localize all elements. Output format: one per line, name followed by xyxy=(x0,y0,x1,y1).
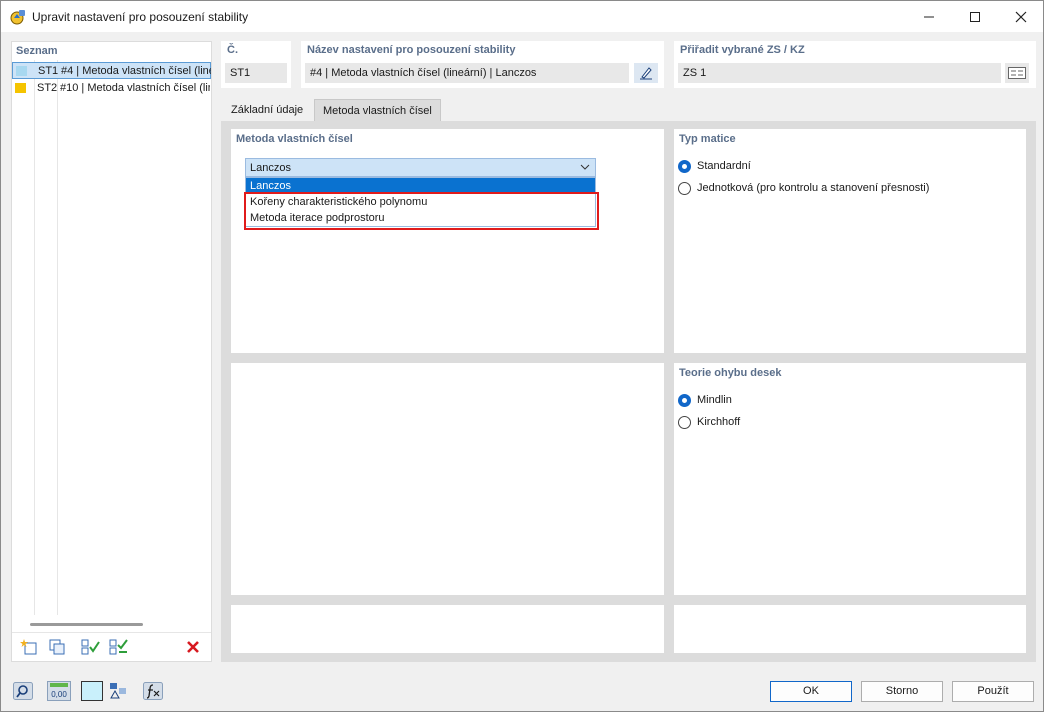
delete-icon xyxy=(187,641,199,653)
ok-button[interactable]: OK xyxy=(770,681,852,702)
method-dropdown-list: Lanczos Kořeny charakteristického polyno… xyxy=(245,177,596,227)
minimize-button[interactable] xyxy=(906,1,952,32)
radio-unit[interactable]: Jednotková (pro kontrolu a stanovení pře… xyxy=(678,180,929,196)
color-tool-button[interactable] xyxy=(81,680,103,701)
check-toggle-icon xyxy=(109,639,128,655)
radio-standard[interactable]: Standardní xyxy=(678,158,751,174)
matrix-type-panel: Typ matice Standardní Jednotková (pro ko… xyxy=(674,129,1026,353)
cancel-button[interactable]: Storno xyxy=(861,681,943,702)
column-divider xyxy=(57,60,58,615)
method-selected-value: Lanczos xyxy=(250,162,291,174)
color-box-icon xyxy=(81,680,103,701)
edit-pencil-icon xyxy=(640,67,652,80)
radio-label: Kirchhoff xyxy=(697,416,741,428)
plate-theory-panel: Teorie ohybu desek Mindlin Kirchhoff xyxy=(674,363,1026,595)
radio-button-icon xyxy=(678,415,691,429)
check-all-icon xyxy=(81,639,100,655)
method-dropdown[interactable]: Lanczos xyxy=(245,158,596,177)
list-toolbar xyxy=(12,632,211,662)
name-panel: Název nastavení pro posouzení stability … xyxy=(301,41,664,88)
maximize-button[interactable] xyxy=(952,1,998,32)
assign-label: Přiřadit vybrané ZS / KZ xyxy=(680,44,805,56)
app-icon xyxy=(10,10,25,25)
radio-label: Standardní xyxy=(697,160,751,172)
horizontal-scrollbar[interactable] xyxy=(30,623,143,626)
row-id: ST1 xyxy=(38,65,59,77)
radio-label: Jednotková (pro kontrolu a stanovení pře… xyxy=(697,182,930,194)
color-swatch xyxy=(15,83,26,93)
radio-kirchhoff[interactable]: Kirchhoff xyxy=(678,414,740,430)
close-button[interactable] xyxy=(998,1,1044,32)
color-swatch xyxy=(16,66,27,76)
radio-button-icon xyxy=(678,159,691,173)
search-tool-button[interactable] xyxy=(12,680,34,701)
maximize-icon xyxy=(970,11,980,22)
apply-button[interactable]: Použít xyxy=(952,681,1034,702)
assign-panel: Přiřadit vybrané ZS / KZ ZS 1 xyxy=(674,41,1036,88)
number-panel: Č. ST1 xyxy=(221,41,291,88)
empty-panel xyxy=(231,363,664,595)
number-label: Č. xyxy=(227,44,238,56)
close-icon xyxy=(1015,11,1027,22)
column-divider xyxy=(34,60,35,615)
check-selected-button[interactable] xyxy=(108,637,130,657)
list-item[interactable]: ST2 #10 | Metoda vlastních čísel (lineár… xyxy=(12,80,211,97)
method-title: Metoda vlastních čísel xyxy=(236,133,353,145)
dropdown-option-polynomial-roots[interactable]: Kořeny charakteristického polynomu xyxy=(246,194,595,210)
method-panel: Metoda vlastních čísel Lanczos Lanczos K… xyxy=(231,129,664,353)
number-format-icon: 0,00 xyxy=(47,680,71,701)
row-name: #4 | Metoda vlastních čísel (lineární) |… xyxy=(61,65,211,77)
radio-button-icon xyxy=(678,393,691,407)
dropdown-option-lanczos[interactable]: Lanczos xyxy=(246,178,595,194)
title-bar: Upravit nastavení pro posouzení stabilit… xyxy=(1,1,1043,32)
formula-tool-button[interactable] xyxy=(142,680,164,701)
chevron-down-icon xyxy=(580,164,590,170)
tab-basic-data[interactable]: Základní údaje xyxy=(223,99,311,122)
window-title: Upravit nastavení pro posouzení stabilit… xyxy=(32,10,249,24)
list-title: Seznam xyxy=(16,45,58,57)
dialog-window: Upravit nastavení pro posouzení stabilit… xyxy=(0,0,1044,712)
copy-icon xyxy=(49,639,65,655)
empty-panel xyxy=(674,605,1026,653)
radio-mindlin[interactable]: Mindlin xyxy=(678,392,732,408)
delete-button[interactable] xyxy=(182,637,204,657)
display-tool-button[interactable] xyxy=(107,680,129,701)
assign-field[interactable]: ZS 1 xyxy=(678,63,1001,83)
display-settings-icon xyxy=(110,682,126,698)
list-item[interactable]: ST1 #4 | Metoda vlastních čísel (lineárn… xyxy=(12,62,211,79)
dropdown-option-subspace-iteration[interactable]: Metoda iterace podprostoru xyxy=(246,210,595,226)
tab-eigenvalue-method[interactable]: Metoda vlastních čísel xyxy=(314,99,441,122)
list-panel: Seznam ST1 #4 | Metoda vlastních čísel (… xyxy=(11,41,212,662)
number-format-text: 0,00 xyxy=(51,690,67,699)
list-select-icon xyxy=(1008,67,1026,79)
number-field[interactable]: ST1 xyxy=(225,63,287,83)
minimize-icon xyxy=(924,16,934,17)
name-field[interactable]: #4 | Metoda vlastních čísel (lineární) |… xyxy=(305,63,629,83)
formula-icon xyxy=(143,681,163,700)
radio-label: Mindlin xyxy=(697,394,732,406)
row-name: #10 | Metoda vlastních čísel (lineární) … xyxy=(60,82,210,94)
edit-name-button[interactable] xyxy=(634,63,658,83)
assign-select-button[interactable] xyxy=(1005,63,1029,83)
search-icon xyxy=(13,681,33,700)
new-item-button[interactable] xyxy=(18,637,40,657)
copy-item-button[interactable] xyxy=(46,637,68,657)
tab-content: Metoda vlastních čísel Lanczos Lanczos K… xyxy=(221,121,1036,662)
radio-button-icon xyxy=(678,181,691,195)
empty-panel xyxy=(231,605,664,653)
check-all-button[interactable] xyxy=(80,637,102,657)
number-format-button[interactable]: 0,00 xyxy=(47,680,71,701)
plate-theory-title: Teorie ohybu desek xyxy=(679,367,782,379)
row-id: ST2 xyxy=(37,82,58,94)
new-item-icon xyxy=(20,639,37,655)
name-label: Název nastavení pro posouzení stability xyxy=(307,44,516,56)
matrix-type-title: Typ matice xyxy=(679,133,736,145)
